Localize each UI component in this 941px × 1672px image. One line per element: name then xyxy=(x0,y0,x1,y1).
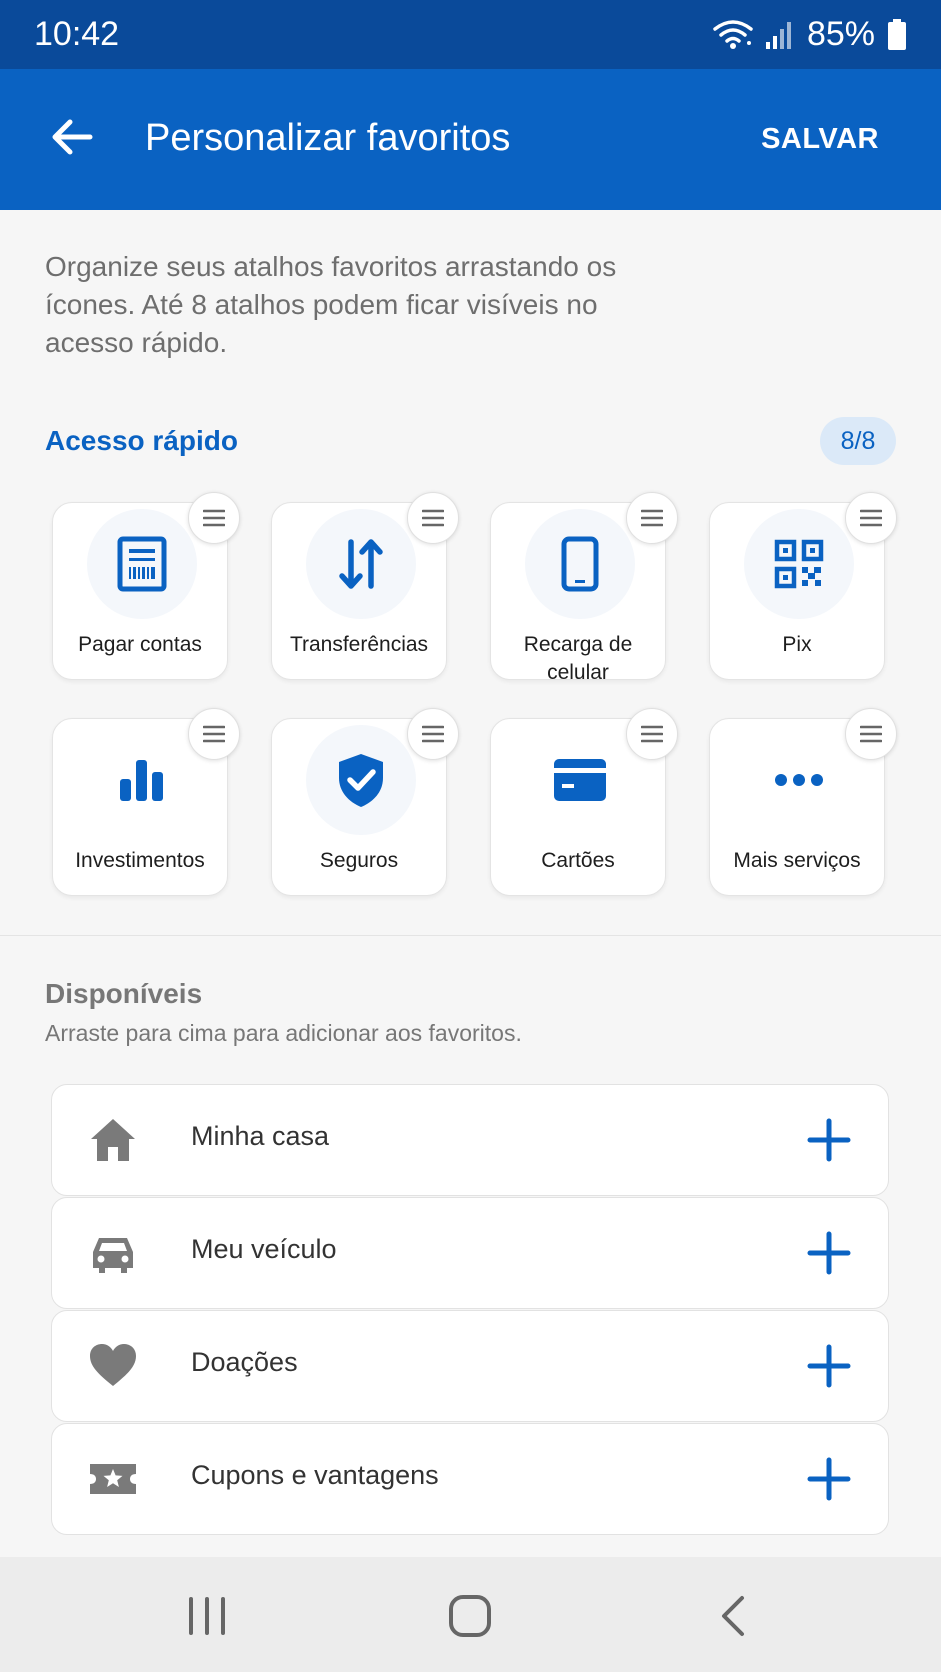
status-indicators: 85% xyxy=(713,15,907,54)
shield-check-icon xyxy=(339,754,383,807)
recent-apps-icon[interactable] xyxy=(186,1595,228,1637)
quick-access-title: Acesso rápido xyxy=(45,425,238,456)
tile-label: Investimentos xyxy=(75,849,205,872)
status-bar: 10:42 85% xyxy=(0,0,941,69)
tile-label: Transferências xyxy=(289,633,429,656)
plus-icon[interactable] xyxy=(802,1339,856,1393)
list-item-doacoes[interactable]: Doações xyxy=(51,1310,889,1422)
plus-icon[interactable] xyxy=(802,1452,856,1506)
drag-handle-icon[interactable] xyxy=(407,492,459,544)
main-content: Organize seus atalhos favoritos arrastan… xyxy=(0,210,941,1557)
drag-handle-icon[interactable] xyxy=(626,492,678,544)
app-bar: Personalizar favoritos SALVAR xyxy=(0,69,941,210)
drag-handle-icon[interactable] xyxy=(188,708,240,760)
arrow-left-icon[interactable] xyxy=(46,111,98,163)
save-button[interactable]: SALVAR xyxy=(761,123,879,156)
drag-handle-icon[interactable] xyxy=(407,708,459,760)
transfer-arrows-icon xyxy=(339,539,383,589)
quick-access-count-badge: 8/8 xyxy=(820,417,896,465)
tile-label: Pix xyxy=(782,633,812,656)
intro-text: Organize seus atalhos favoritos arrastan… xyxy=(45,251,617,358)
tile-label: Seguros xyxy=(319,849,399,872)
heart-icon xyxy=(90,1344,136,1386)
drag-handle-icon[interactable] xyxy=(845,492,897,544)
plus-icon[interactable] xyxy=(802,1226,856,1280)
drag-handle-icon[interactable] xyxy=(626,708,678,760)
section-divider xyxy=(0,935,941,936)
list-item-cupons-vantagens[interactable]: Cupons e vantagens xyxy=(51,1423,889,1535)
list-item-meu-veiculo[interactable]: Meu veículo xyxy=(51,1197,889,1309)
tile-label: Pagar contas xyxy=(78,633,202,656)
tile-label: Mais serviços xyxy=(733,849,861,872)
list-item-label: Meu veículo xyxy=(191,1234,337,1264)
coupon-icon xyxy=(90,1464,136,1494)
wifi-icon xyxy=(713,19,753,49)
back-nav-icon[interactable] xyxy=(716,1595,752,1637)
bill-icon xyxy=(117,536,167,592)
available-subtitle: Arraste para cima para adicionar aos fav… xyxy=(45,1020,522,1046)
tile-label: Recarga de celular xyxy=(523,633,633,684)
signal-icon xyxy=(765,21,791,49)
battery-icon xyxy=(888,18,906,50)
more-dots-icon xyxy=(775,774,823,786)
home-icon xyxy=(91,1119,135,1161)
status-time: 10:42 xyxy=(34,15,120,53)
list-item-minha-casa[interactable]: Minha casa xyxy=(51,1084,889,1196)
drag-handle-icon[interactable] xyxy=(845,708,897,760)
plus-icon[interactable] xyxy=(802,1113,856,1167)
credit-card-icon xyxy=(554,759,606,801)
system-nav-bar xyxy=(0,1557,941,1672)
qr-code-icon xyxy=(774,539,824,589)
available-title: Disponíveis xyxy=(45,978,203,1009)
battery-percent: 85% xyxy=(806,15,875,53)
page-title: Personalizar favoritos xyxy=(145,117,511,159)
tile-label: Cartões xyxy=(541,849,615,872)
list-item-label: Doações xyxy=(191,1347,298,1377)
bar-chart-icon xyxy=(120,760,163,801)
list-item-label: Minha casa xyxy=(191,1121,330,1151)
phone-icon xyxy=(561,536,599,592)
drag-handle-icon[interactable] xyxy=(188,492,240,544)
list-item-label: Cupons e vantagens xyxy=(191,1460,439,1490)
car-icon xyxy=(93,1238,133,1273)
home-button-icon[interactable] xyxy=(448,1594,492,1638)
